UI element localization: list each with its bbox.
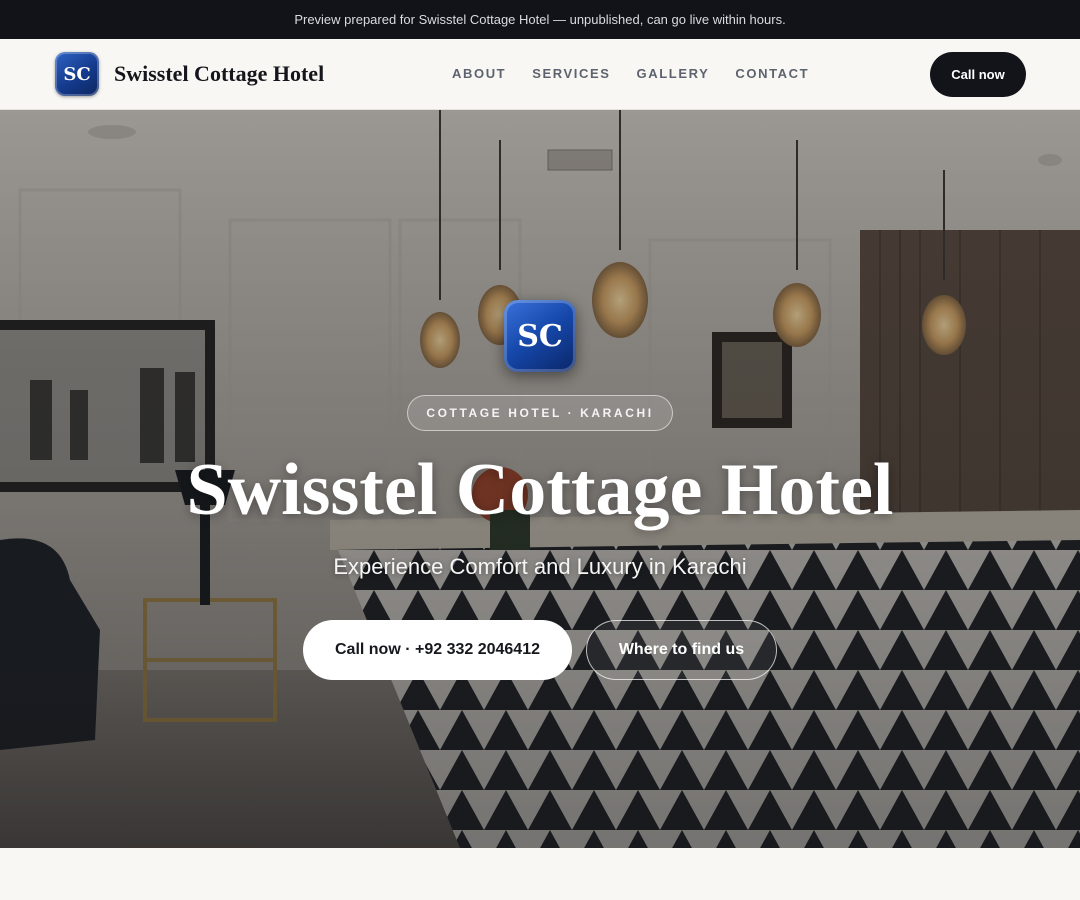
main-nav: ABOUT SERVICES GALLERY CONTACT xyxy=(452,66,809,81)
hero-title: Swisstel Cottage Hotel xyxy=(186,449,894,531)
where-to-find-us-button[interactable]: Where to find us xyxy=(586,620,777,680)
nav-about[interactable]: ABOUT xyxy=(452,66,506,81)
hero-call-button[interactable]: Call now · +92 332 2046412 xyxy=(303,620,572,680)
next-section xyxy=(0,848,1080,900)
site-header: SC Swisstel Cottage Hotel ABOUT SERVICES… xyxy=(0,39,1080,110)
hero-subtitle: Experience Comfort and Luxury in Karachi xyxy=(333,554,747,579)
nav-services[interactable]: SERVICES xyxy=(532,66,610,81)
nav-contact[interactable]: CONTACT xyxy=(735,66,809,81)
hero-logo: SC xyxy=(504,300,576,372)
header-call-button[interactable]: Call now xyxy=(930,52,1026,97)
nav-gallery[interactable]: GALLERY xyxy=(637,66,710,81)
brand-logo[interactable]: SC xyxy=(55,52,99,96)
preview-banner: Preview prepared for Swisstel Cottage Ho… xyxy=(0,0,1080,39)
hero-section: SC COTTAGE HOTEL · KARACHI Swisstel Cott… xyxy=(0,110,1080,848)
brand-name[interactable]: Swisstel Cottage Hotel xyxy=(114,61,324,87)
hero-badge: COTTAGE HOTEL · KARACHI xyxy=(407,395,673,431)
